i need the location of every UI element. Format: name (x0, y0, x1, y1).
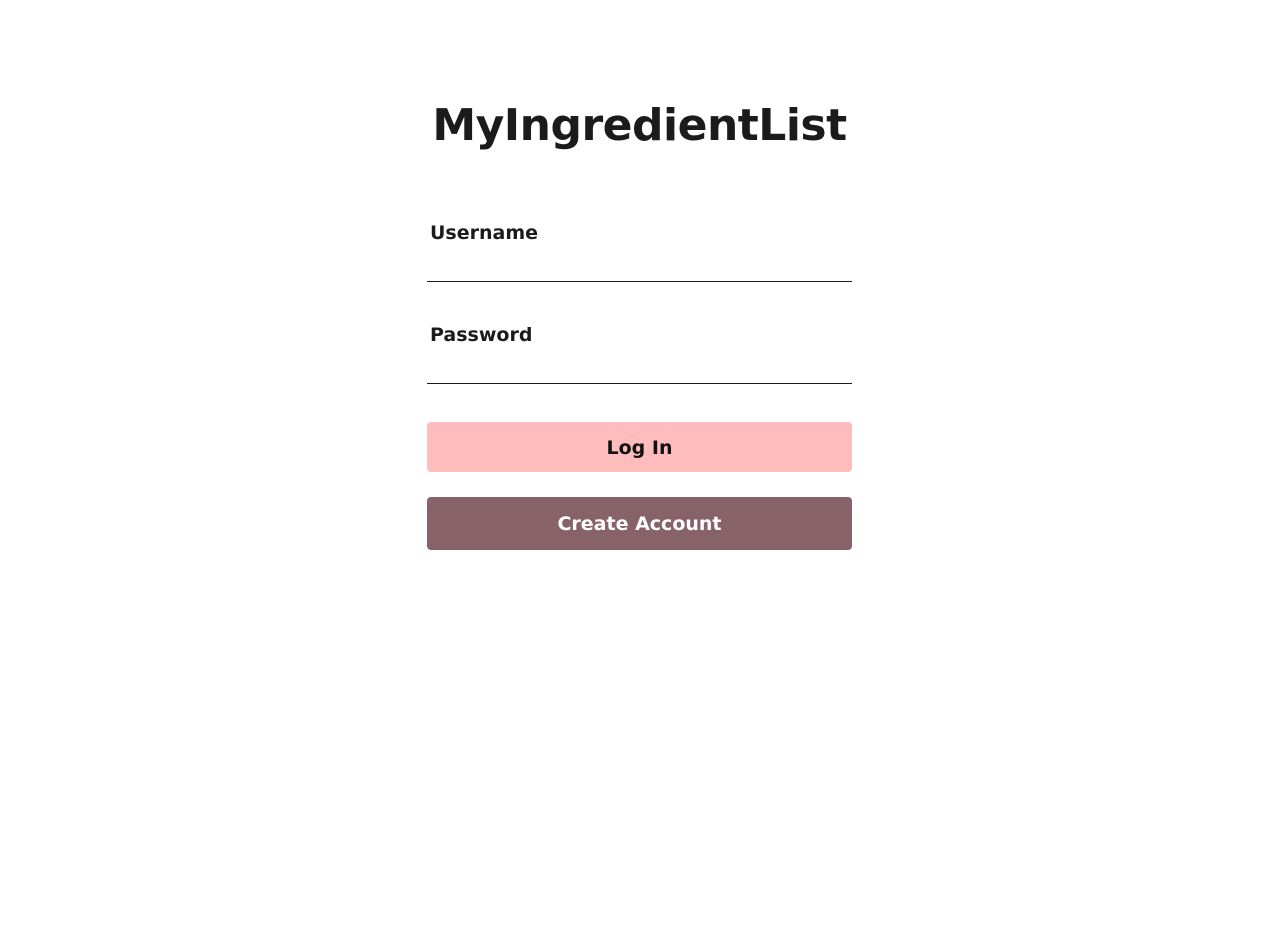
password-field-group: Password (427, 320, 852, 386)
login-page: MyIngredientList Username Password Log I… (0, 0, 1279, 947)
username-field-group: Username (427, 218, 852, 284)
create-account-button[interactable]: Create Account (427, 497, 852, 550)
password-label: Password (430, 324, 533, 346)
username-input[interactable] (427, 252, 852, 282)
password-input[interactable] (427, 354, 852, 384)
app-title: MyIngredientList (432, 100, 847, 151)
log-in-button[interactable]: Log In (427, 422, 852, 472)
login-form: Username Password Log In Create Account (427, 218, 852, 550)
username-label: Username (430, 222, 539, 244)
